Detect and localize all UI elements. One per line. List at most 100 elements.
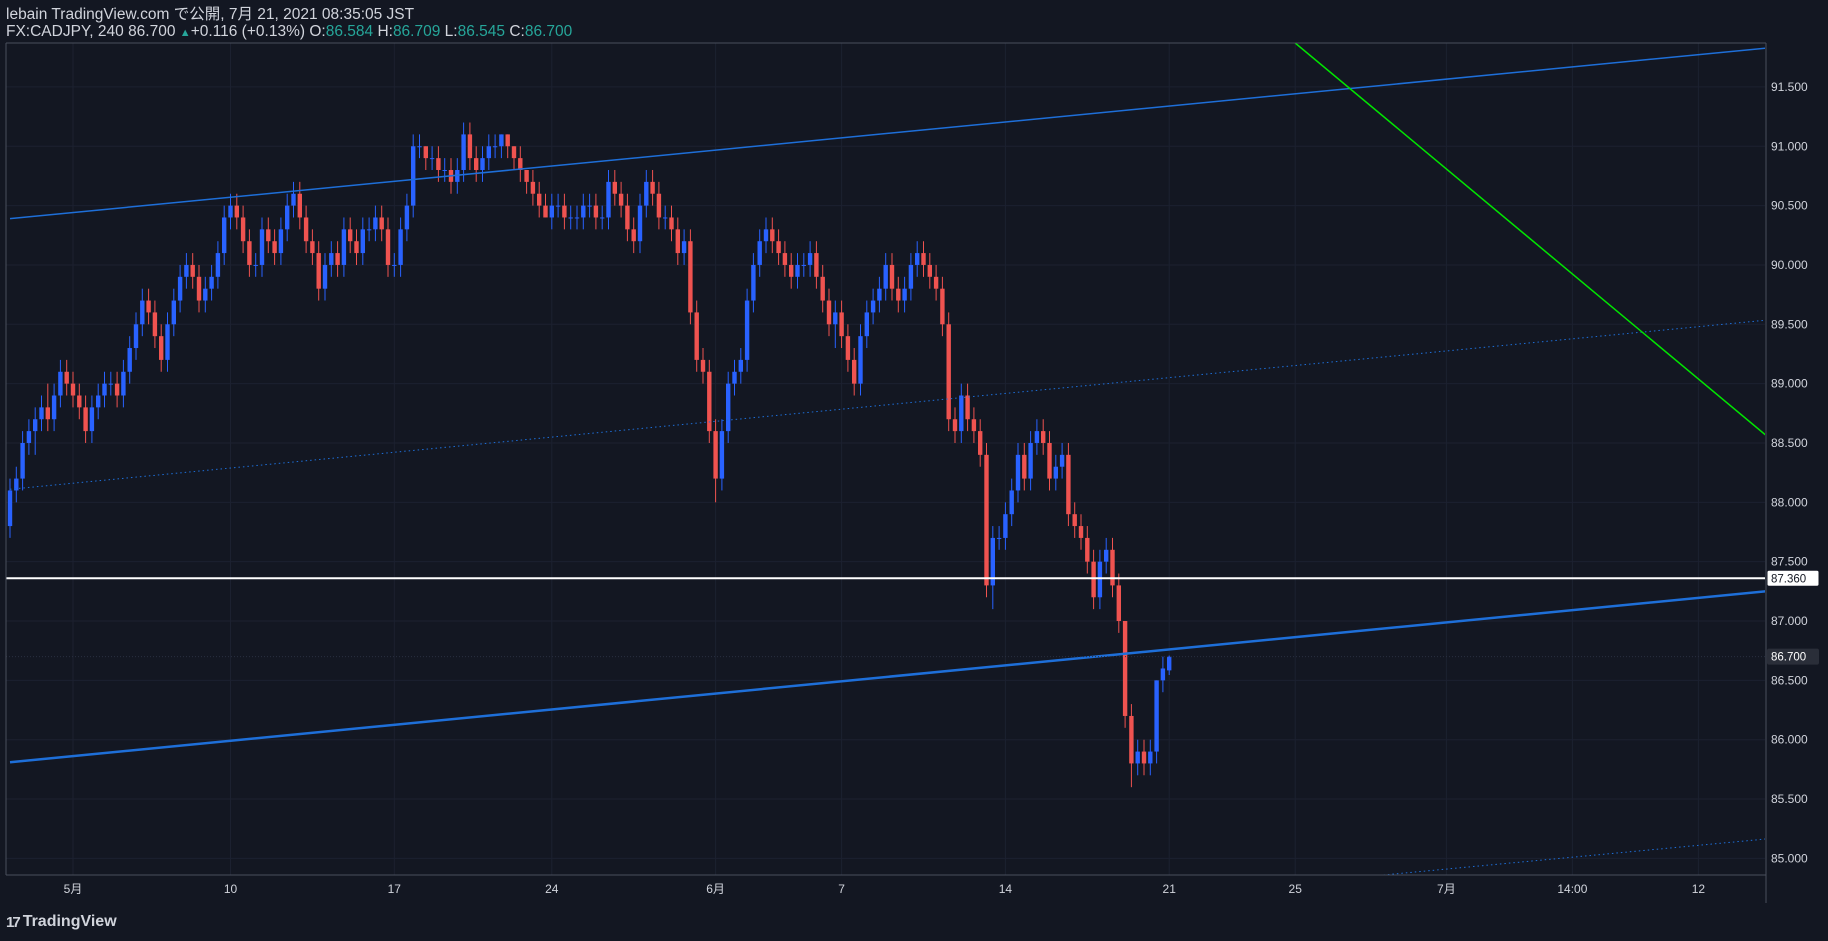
last-price-label: 86.700 [1771,652,1806,664]
candle-body [259,229,265,265]
candle-body [927,264,932,277]
candle-body [864,312,869,337]
candle-body [184,264,189,277]
candle-body [776,241,781,254]
candle-body [385,229,391,265]
candle-body [190,264,195,277]
y-tick-label: 87.500 [1771,555,1808,569]
candle-body [234,205,239,218]
candle-body [568,217,573,219]
hline-price-label: 87.360 [1771,573,1806,585]
candle-body [555,205,561,207]
candle-body [140,300,145,325]
candle-body [902,288,907,301]
candle-body [240,217,246,242]
candle-body [770,229,775,242]
tradingview-logo[interactable]: 17 TradingView [6,913,117,931]
candle-body [108,383,113,385]
candle-body [102,383,107,396]
candle-body [1053,466,1058,479]
x-tick-label: 21 [1163,882,1177,896]
candle-body [1047,442,1052,479]
candle-body [511,146,517,159]
time-axis[interactable]: 5月1017246月71421257月14:001219268月 [64,882,1828,896]
candle-body [732,371,737,384]
candle-body [1041,431,1046,443]
candle-body [1116,585,1121,622]
candle-body [322,264,328,289]
x-tick-label: 5月 [64,882,83,896]
x-tick-label: 10 [224,882,238,896]
candle-body [505,134,510,147]
candle-body [303,217,309,242]
candle-body [688,241,693,313]
candle-body [480,158,485,170]
open-label: O: [309,23,326,40]
current-price: 86.700 [128,23,176,40]
candle-body [411,146,416,206]
candle-body [272,241,277,254]
candle-body [436,158,441,170]
candle-body [618,193,624,206]
candle-body [744,300,750,360]
candle-body [253,264,258,266]
candle-body [1122,621,1128,716]
y-tick-label: 88.500 [1771,436,1808,450]
candle-body [1104,549,1109,562]
candle-body [524,169,529,182]
candle-body [795,264,800,277]
y-tick-label: 86.000 [1771,733,1808,747]
candle-body [310,241,315,254]
candle-body [833,312,838,325]
candle-body [1028,442,1033,479]
y-tick-label: 89.500 [1771,317,1808,331]
candle-body [650,181,655,194]
chart-legend: lebain TradingView.com で公開, 7月 21, 2021 … [6,6,572,40]
candle-body [266,229,271,242]
candle-body [316,253,321,289]
candle-body [587,205,592,207]
up-arrow-icon: ▲ [179,27,191,39]
candle-body [467,134,473,159]
candle-body [291,193,296,206]
candle-body [133,324,139,349]
candle-body [801,264,806,266]
low-label: L: [444,23,458,40]
price-axis[interactable]: 91.500 91.000 90.500 90.000 89.500 89.000 88.5… [1771,80,1808,865]
candle-body [1135,751,1140,764]
candle-body [581,205,586,218]
x-tick-label: 7 [838,882,845,896]
price-chart[interactable]: 91.500 91.000 90.500 90.000 89.500 89.000 88.5… [0,0,1828,941]
y-tick-label: 89.000 [1771,377,1808,391]
candle-body [1022,454,1027,479]
candle-body [713,431,718,479]
candle-body [1066,454,1071,515]
candle-body [1085,537,1090,562]
candle-body [1009,490,1014,515]
high-label: H: [377,23,393,40]
candle-body [196,276,202,301]
x-tick-label: 6月 [706,882,725,896]
candle-body [474,158,479,170]
candle-body [348,229,353,242]
candle-body [965,395,970,420]
candle-body [826,300,832,325]
candle-body [694,312,699,360]
candle-body [64,371,69,384]
candle-body [486,146,491,159]
y-tick-label: 91.500 [1771,80,1808,94]
candle-body [1059,454,1065,467]
candle-body [1034,431,1040,443]
candle-body [1154,680,1159,752]
y-tick-label: 90.000 [1771,258,1808,272]
candle-body [417,146,422,148]
candle-body [285,205,290,230]
y-tick-label: 88.000 [1771,495,1808,509]
candle-body [83,407,88,432]
tradingview-logo-icon: 17 [6,913,21,931]
candle-body [612,181,617,194]
candle-body [159,336,164,360]
candle-body [442,169,447,171]
x-tick-label: 17 [388,882,402,896]
candle-body [933,276,939,289]
